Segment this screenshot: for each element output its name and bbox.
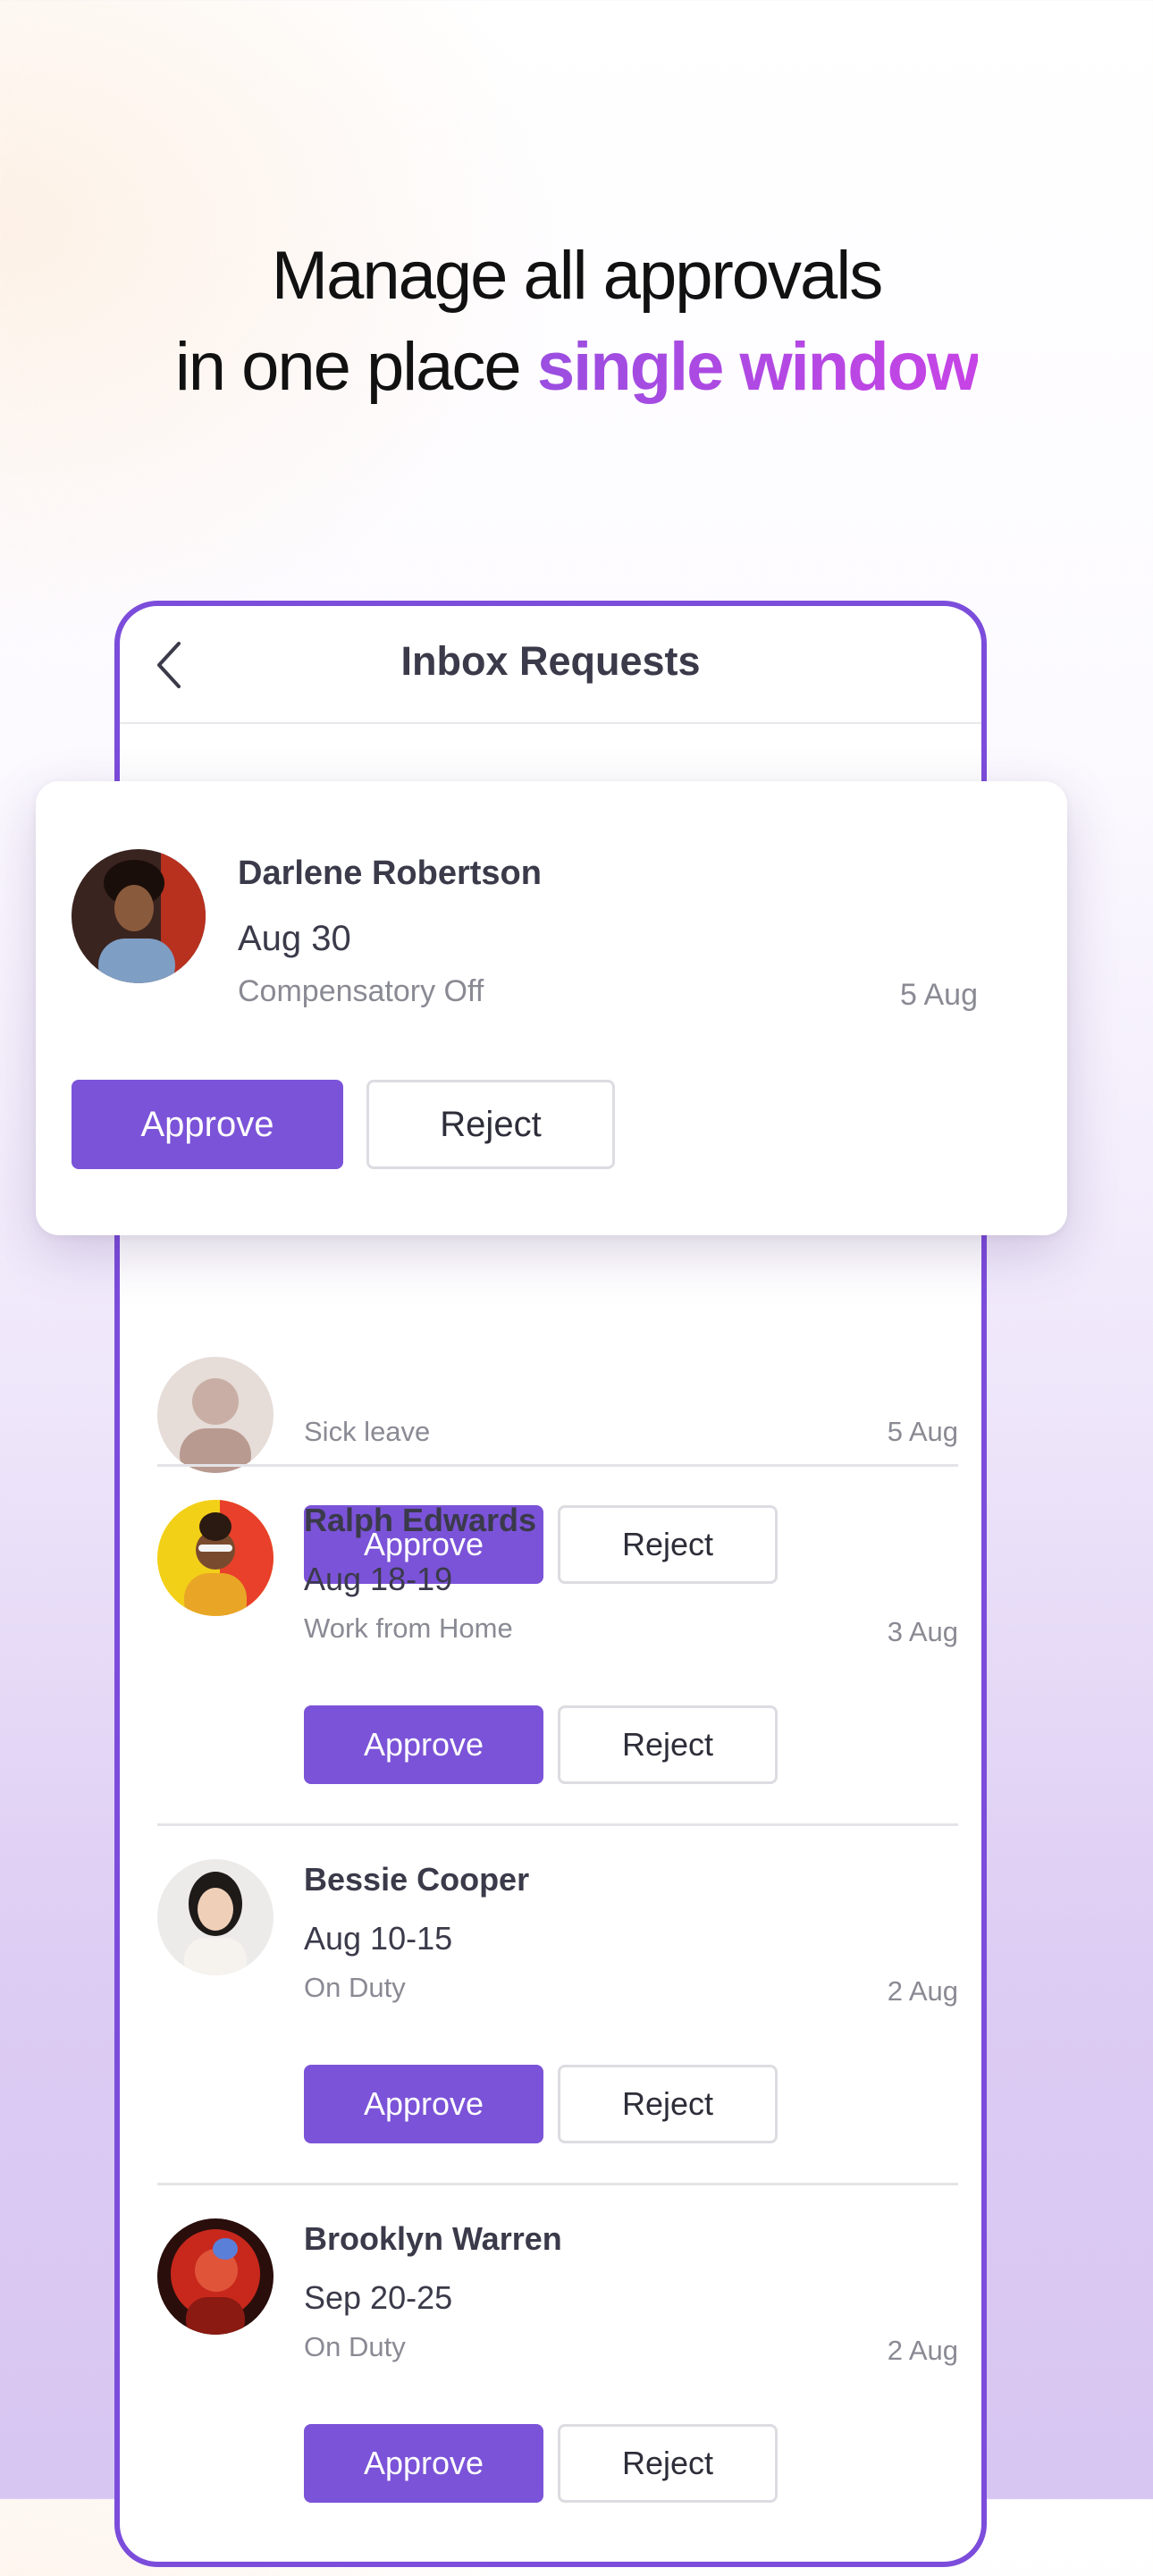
screen-title: Inbox Requests [400,638,701,684]
divider-wrap [157,1464,958,1467]
request-sent-date: 5 Aug [900,978,978,1012]
request-type: On Duty [304,2331,406,2362]
request-item: Ralph Edwards Aug 18-19 Work from Home 3… [157,1500,958,1857]
request-type: On Duty [304,1972,406,2003]
approve-button[interactable]: Approve [72,1080,343,1169]
approve-button[interactable]: Approve [304,1705,543,1784]
screen-header: Inbox Requests [120,606,981,724]
avatar [157,1357,274,1473]
divider [157,1823,958,1826]
request-type: Sick leave [304,1416,431,1447]
requester-name: Ralph Edwards [304,1502,537,1538]
divider-wrap [157,1823,958,1826]
approve-button[interactable]: Approve [304,2424,543,2503]
avatar [157,1859,274,1975]
request-sent-date: 5 Aug [887,1416,958,1447]
approve-button[interactable]: Approve [304,2065,543,2143]
headline: Manage all approvals in one place single… [0,231,1153,413]
divider [157,1464,958,1467]
featured-request-card: Darlene Robertson Aug 30 Compensatory Of… [36,781,1067,1235]
requester-name: Brooklyn Warren [304,2220,562,2257]
reject-button[interactable]: Reject [558,2424,778,2503]
headline-line-2-prefix: in one place [174,329,537,405]
request-dates: Aug 30 [238,919,351,958]
reject-button[interactable]: Reject [558,1705,778,1784]
request-type: Compensatory Off [238,974,484,1008]
request-sent-date: 2 Aug [887,2335,958,2366]
request-sent-date: 3 Aug [887,1616,958,1647]
request-sent-date: 2 Aug [887,1975,958,2007]
headline-line-1: Manage all approvals [271,238,883,314]
headline-accent: single window [536,329,980,405]
requester-name: Darlene Robertson [238,854,542,892]
avatar [72,849,206,983]
request-item: Bessie Cooper Aug 10-15 On Duty 2 Aug Ap… [157,1859,958,2217]
request-type: Work from Home [304,1612,513,1644]
reject-button[interactable]: Reject [558,2065,778,2143]
divider-wrap [157,2183,958,2185]
headline-line-2: in one place single window [0,322,1153,413]
request-dates: Aug 10-15 [304,1920,453,1957]
request-item: Brooklyn Warren Sep 20-25 On Duty 2 Aug … [157,2218,958,2576]
request-dates: Sep 20-25 [304,2279,453,2316]
requester-name: Bessie Cooper [304,1861,530,1898]
avatar [157,1500,274,1616]
avatar [157,2218,274,2335]
request-dates: Aug 18-19 [304,1561,453,1597]
divider [157,2183,958,2185]
reject-button[interactable]: Reject [366,1080,615,1169]
